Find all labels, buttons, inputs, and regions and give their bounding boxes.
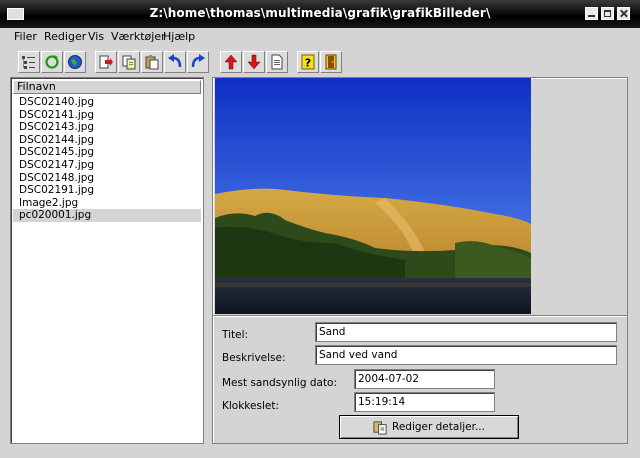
menu-rediger[interactable]: Rediger bbox=[44, 30, 86, 43]
exit-door-icon bbox=[325, 54, 337, 70]
rotate-left-button[interactable] bbox=[164, 51, 186, 73]
file-list: DSC02140.jpg DSC02141.jpg DSC02143.jpg D… bbox=[13, 96, 201, 222]
properties-button[interactable] bbox=[266, 51, 288, 73]
filename-column-header[interactable]: Filnavn bbox=[13, 80, 201, 94]
description-label: Beskrivelse: bbox=[222, 352, 286, 364]
export-icon bbox=[99, 55, 113, 69]
date-field[interactable]: 2004-07-02 bbox=[354, 369, 495, 389]
time-field[interactable]: 15:19:14 bbox=[354, 392, 495, 412]
description-field[interactable]: Sand ved vand bbox=[315, 345, 617, 365]
image-preview bbox=[215, 78, 531, 314]
maximize-button[interactable] bbox=[601, 7, 614, 20]
minimize-button[interactable] bbox=[585, 7, 598, 20]
tree-view-button[interactable] bbox=[18, 51, 40, 73]
file-row[interactable]: DSC02148.jpg bbox=[13, 172, 201, 185]
exit-button[interactable] bbox=[320, 51, 342, 73]
file-row[interactable]: DSC02140.jpg bbox=[13, 96, 201, 109]
paste-button[interactable] bbox=[141, 51, 163, 73]
file-row[interactable]: DSC02144.jpg bbox=[13, 134, 201, 147]
svg-text:?: ? bbox=[305, 57, 311, 70]
globe-icon bbox=[68, 55, 82, 69]
menu-filer[interactable]: Filer bbox=[14, 30, 37, 43]
app-window: Z:\home\thomas\multimedia\grafik\grafikB… bbox=[0, 0, 640, 458]
document-icon bbox=[271, 54, 283, 70]
menu-hjaelp[interactable]: Hjælp bbox=[163, 30, 195, 43]
title-field[interactable]: Sand bbox=[315, 322, 617, 342]
move-up-button[interactable] bbox=[220, 51, 242, 73]
title-bar[interactable]: Z:\home\thomas\multimedia\grafik\grafikB… bbox=[0, 0, 640, 28]
copy-icon bbox=[122, 55, 136, 70]
move-down-button[interactable] bbox=[243, 51, 265, 73]
divider bbox=[213, 315, 627, 317]
date-label: Mest sandsynlig dato: bbox=[222, 377, 338, 389]
menu-vaerktojer[interactable]: Værktøjer bbox=[111, 30, 166, 43]
edit-details-button[interactable]: Rediger detaljer... bbox=[339, 415, 519, 439]
file-row[interactable]: DSC02191.jpg bbox=[13, 184, 201, 197]
details-panel: Titel: Sand Beskrivelse: Sand ved vand M… bbox=[212, 77, 628, 444]
menu-bar: Filer Rediger Vis Værktøjer Hjælp bbox=[0, 28, 640, 44]
help-button[interactable]: ? bbox=[297, 51, 319, 73]
arrow-down-icon bbox=[247, 54, 261, 70]
tree-view-icon bbox=[22, 56, 35, 69]
rotate-right-button[interactable] bbox=[187, 51, 209, 73]
file-row[interactable]: DSC02145.jpg bbox=[13, 146, 201, 159]
file-row[interactable]: DSC02141.jpg bbox=[13, 109, 201, 122]
title-label: Titel: bbox=[222, 329, 249, 341]
globe-button[interactable] bbox=[64, 51, 86, 73]
refresh-button[interactable] bbox=[41, 51, 63, 73]
rotate-left-icon bbox=[168, 54, 182, 68]
edit-details-icon bbox=[373, 420, 387, 435]
toolbar: ? bbox=[0, 48, 640, 76]
time-label: Klokkeslet: bbox=[222, 400, 279, 412]
file-row[interactable]: DSC02147.jpg bbox=[13, 159, 201, 172]
file-row-selected[interactable]: pc020001.jpg bbox=[13, 209, 201, 222]
close-button[interactable] bbox=[617, 7, 630, 20]
help-icon: ? bbox=[301, 54, 315, 70]
edit-details-label: Rediger detaljer... bbox=[392, 421, 485, 433]
rotate-right-icon bbox=[191, 54, 205, 68]
file-row[interactable]: DSC02143.jpg bbox=[13, 121, 201, 134]
paste-icon bbox=[145, 55, 159, 70]
arrow-up-icon bbox=[224, 54, 238, 70]
photo-sand-dune bbox=[215, 78, 531, 314]
copy-button[interactable] bbox=[118, 51, 140, 73]
refresh-icon bbox=[45, 55, 59, 69]
file-list-panel: Filnavn DSC02140.jpg DSC02141.jpg DSC021… bbox=[10, 77, 204, 444]
export-button[interactable] bbox=[95, 51, 117, 73]
file-row[interactable]: Image2.jpg bbox=[13, 197, 201, 210]
menu-vis[interactable]: Vis bbox=[88, 30, 104, 43]
window-title: Z:\home\thomas\multimedia\grafik\grafikB… bbox=[149, 6, 491, 20]
